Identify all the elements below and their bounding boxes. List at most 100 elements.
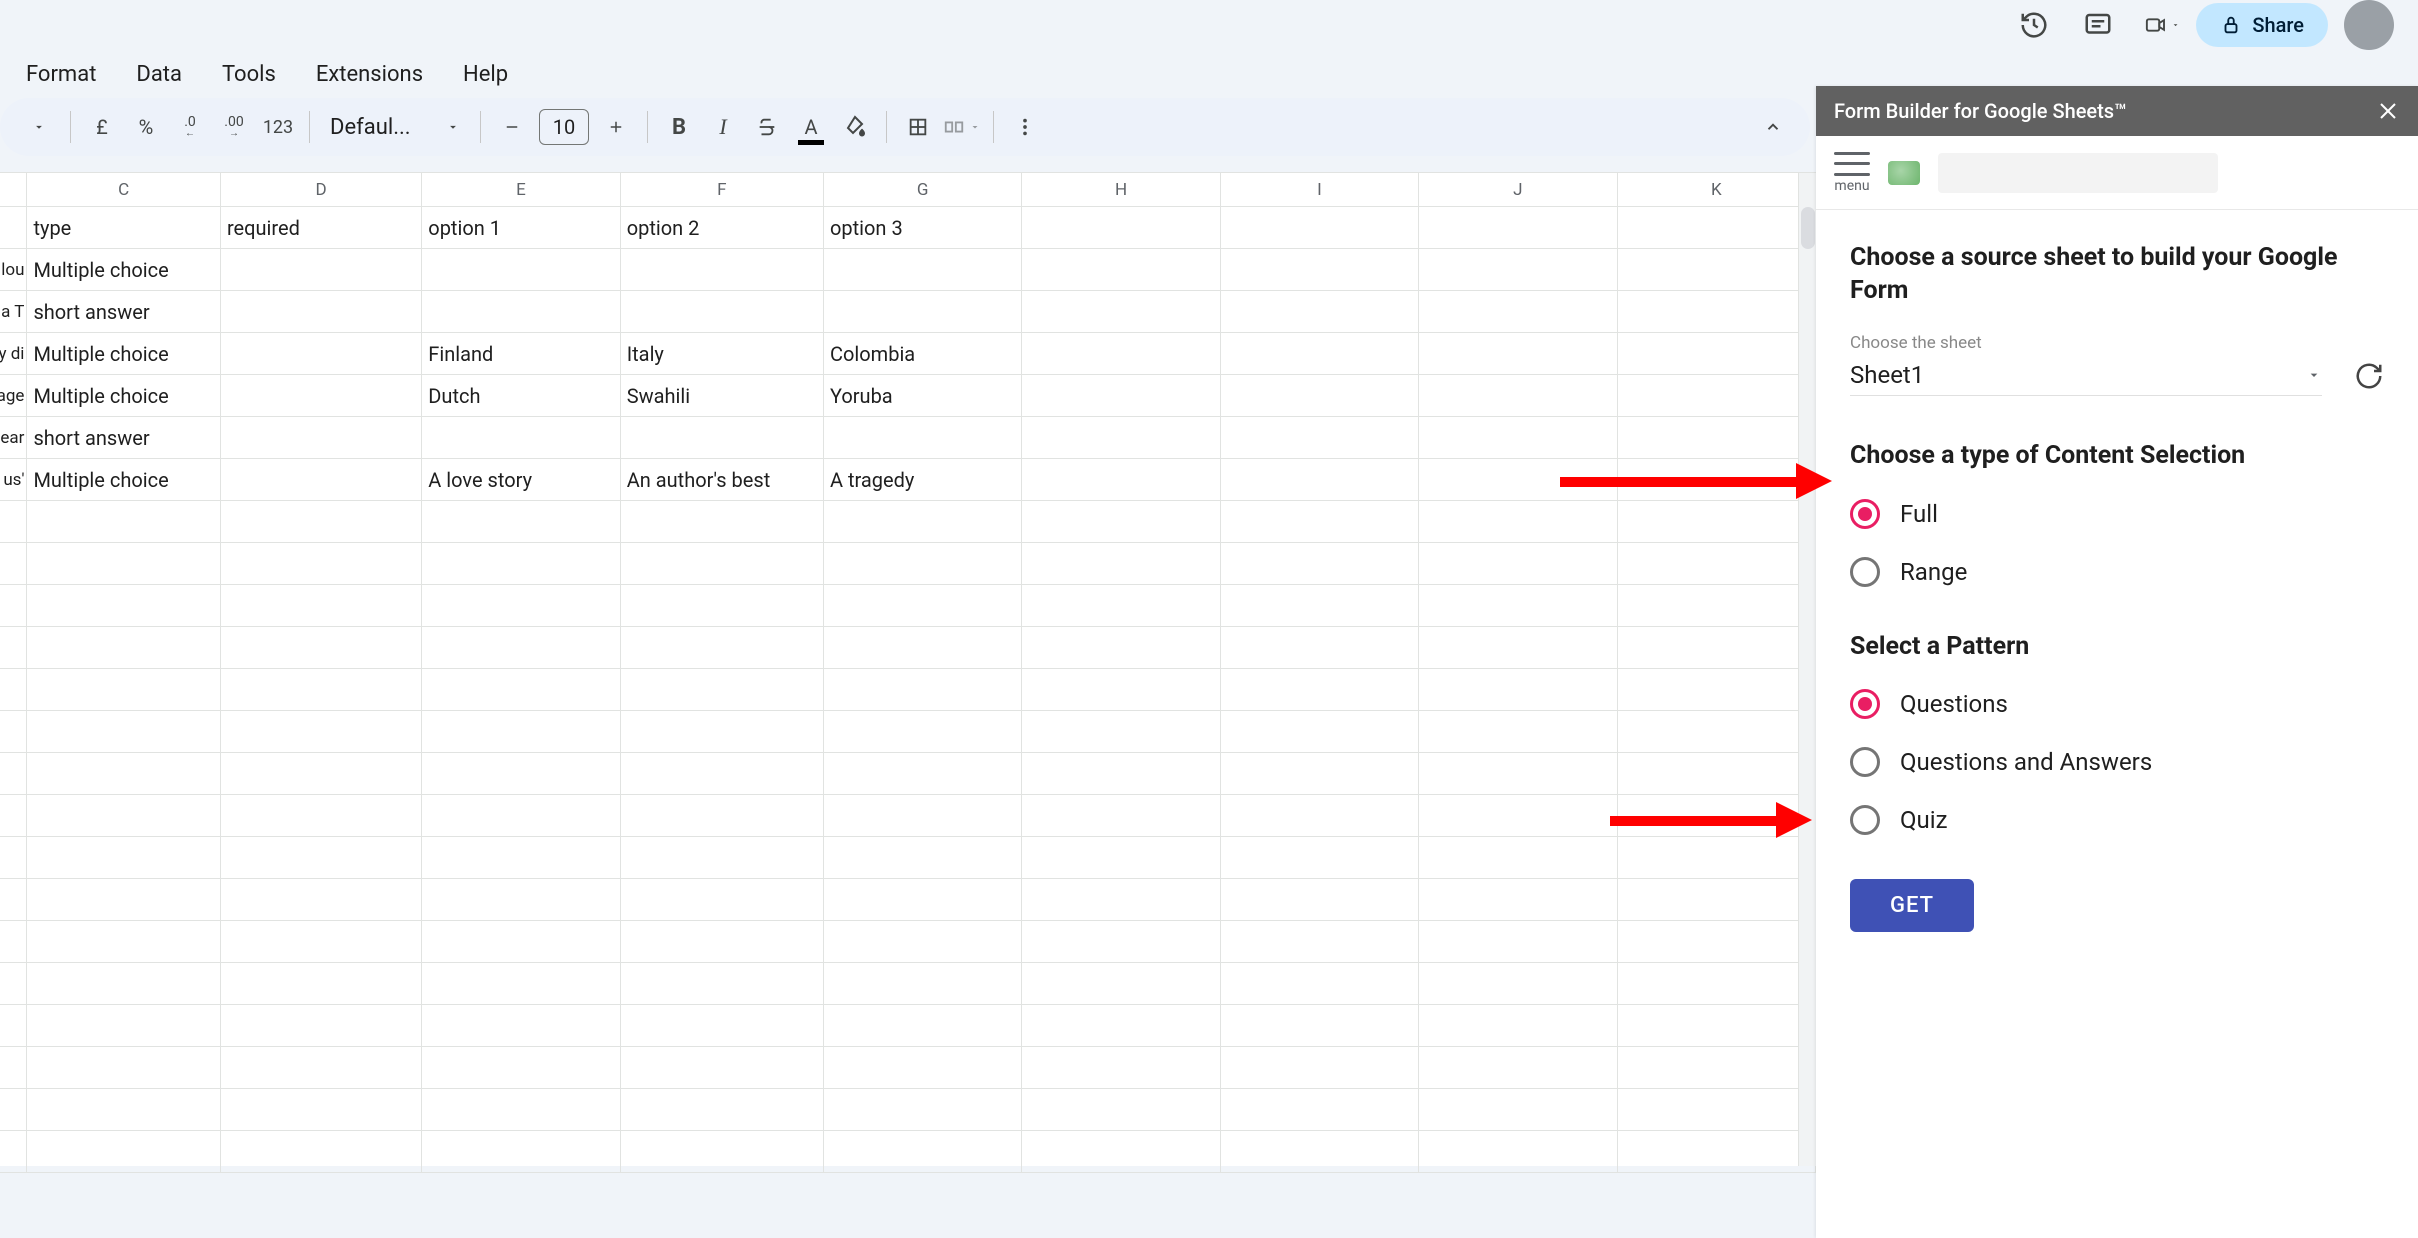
partial-col[interactable]: us' [0, 459, 27, 500]
menu-help[interactable]: Help [455, 56, 516, 93]
cell[interactable] [221, 627, 422, 668]
partial-col[interactable] [0, 837, 27, 878]
cell[interactable] [221, 543, 422, 584]
cell[interactable] [1618, 921, 1816, 962]
cell[interactable] [1022, 837, 1220, 878]
cell[interactable] [1618, 543, 1816, 584]
cell[interactable]: Multiple choice [27, 333, 221, 374]
cell[interactable] [1221, 921, 1419, 962]
cell[interactable] [824, 417, 1022, 458]
partial-col[interactable] [0, 1131, 27, 1172]
partial-col[interactable] [0, 1089, 27, 1130]
collapse-toolbar-button[interactable] [1752, 106, 1794, 148]
cell[interactable] [1618, 711, 1816, 752]
scroll-thumb[interactable] [1801, 207, 1815, 249]
partial-col[interactable] [0, 963, 27, 1004]
cell[interactable] [422, 837, 620, 878]
cell[interactable]: short answer [27, 291, 221, 332]
cell[interactable]: A love story [422, 459, 620, 500]
borders-button[interactable] [897, 106, 939, 148]
menu-extensions[interactable]: Extensions [308, 56, 431, 93]
cell[interactable] [1618, 1131, 1816, 1172]
cell[interactable] [27, 795, 221, 836]
cell[interactable] [1419, 627, 1617, 668]
cell[interactable] [824, 249, 1022, 290]
cell[interactable]: required [221, 207, 422, 248]
cell[interactable] [1022, 879, 1220, 920]
cell[interactable] [221, 1047, 422, 1088]
cell[interactable] [221, 1005, 422, 1046]
cell[interactable] [422, 501, 620, 542]
col-header-G[interactable]: G [824, 173, 1022, 206]
close-icon[interactable] [2376, 99, 2400, 123]
cell[interactable] [1022, 459, 1220, 500]
decrease-font-button[interactable] [491, 106, 533, 148]
cell[interactable] [27, 543, 221, 584]
cell[interactable] [1022, 375, 1220, 416]
cell[interactable] [824, 669, 1022, 710]
bold-button[interactable]: B [658, 106, 700, 148]
cell[interactable] [824, 627, 1022, 668]
cell[interactable] [221, 375, 422, 416]
cell[interactable] [1419, 879, 1617, 920]
content-option-range[interactable]: Range [1850, 557, 2384, 587]
cell[interactable] [27, 627, 221, 668]
cell[interactable] [1221, 249, 1419, 290]
cell[interactable] [1618, 1005, 1816, 1046]
cell[interactable] [1022, 753, 1220, 794]
cell[interactable] [1022, 1047, 1220, 1088]
cell[interactable] [221, 711, 422, 752]
cell[interactable] [621, 795, 824, 836]
italic-button[interactable]: I [702, 106, 744, 148]
cell[interactable] [621, 879, 824, 920]
cell[interactable] [27, 879, 221, 920]
cell[interactable] [1221, 711, 1419, 752]
cell[interactable] [1022, 417, 1220, 458]
cell[interactable] [422, 1047, 620, 1088]
cell[interactable] [1022, 501, 1220, 542]
cell[interactable] [1022, 333, 1220, 374]
cell[interactable] [1022, 1131, 1220, 1172]
cell[interactable] [1022, 921, 1220, 962]
cell[interactable] [221, 501, 422, 542]
avatar[interactable] [2344, 0, 2394, 50]
cell[interactable] [1419, 333, 1617, 374]
cell[interactable] [221, 417, 422, 458]
cell[interactable] [221, 795, 422, 836]
cell[interactable] [1221, 291, 1419, 332]
get-button[interactable]: GET [1850, 879, 1974, 932]
cell[interactable] [1022, 543, 1220, 584]
cell[interactable] [1618, 333, 1816, 374]
cell[interactable] [422, 585, 620, 626]
cell[interactable] [621, 753, 824, 794]
cell[interactable] [1022, 585, 1220, 626]
corner-stub[interactable] [0, 173, 27, 206]
cell[interactable] [824, 795, 1022, 836]
cell[interactable] [422, 1005, 620, 1046]
increase-font-button[interactable] [595, 106, 637, 148]
partial-col[interactable] [0, 921, 27, 962]
cell[interactable] [221, 669, 422, 710]
cell[interactable]: Multiple choice [27, 375, 221, 416]
cell[interactable] [27, 921, 221, 962]
partial-col[interactable] [0, 753, 27, 794]
font-size-input[interactable]: 10 [539, 109, 589, 145]
cell[interactable] [1419, 375, 1617, 416]
comment-icon[interactable] [2080, 7, 2116, 43]
cell[interactable] [27, 711, 221, 752]
cell[interactable] [221, 585, 422, 626]
cell[interactable] [824, 1089, 1022, 1130]
cell[interactable]: Multiple choice [27, 249, 221, 290]
cell[interactable] [1221, 669, 1419, 710]
cell[interactable] [422, 291, 620, 332]
cell[interactable] [621, 291, 824, 332]
cell[interactable] [824, 1005, 1022, 1046]
cell[interactable] [27, 1047, 221, 1088]
cell[interactable] [221, 459, 422, 500]
menu-format[interactable]: Format [18, 56, 104, 93]
meet-icon[interactable] [2144, 7, 2180, 43]
cell[interactable]: type [27, 207, 221, 248]
menu-tools[interactable]: Tools [214, 56, 284, 93]
cell[interactable] [1618, 627, 1816, 668]
cell[interactable] [1419, 249, 1617, 290]
